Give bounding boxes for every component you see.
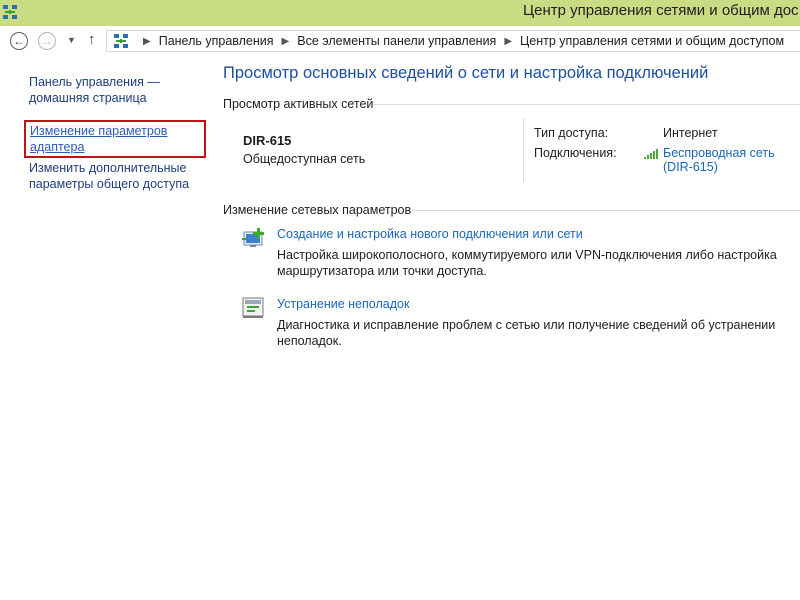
main-content: Просмотр основных сведений о сети и наст… — [205, 56, 800, 600]
chevron-down-icon: ▼ — [67, 35, 76, 45]
arrow-right-icon: → — [41, 34, 53, 48]
section-title-active-networks: Просмотр активных сетей — [223, 97, 374, 111]
access-type-value: Интернет — [663, 126, 718, 140]
description-line: маршрутизатора или точки доступа. — [277, 264, 487, 278]
troubleshoot-icon — [242, 297, 264, 318]
network-type-link[interactable]: Общедоступная сеть — [243, 152, 365, 166]
troubleshoot-problems-link[interactable]: Устранение неполадок — [277, 297, 409, 311]
breadcrumb-separator-icon[interactable]: ▶ — [504, 36, 512, 47]
sidebar-item-label: домашняя страница — [29, 91, 147, 105]
network-center-icon — [114, 34, 128, 48]
connection-ssid: (DIR-615) — [663, 160, 718, 174]
setup-new-connection-description: Настройка широкополосного, коммутируемог… — [277, 247, 787, 279]
sidebar-item-change-adapter-settings[interactable]: Изменение параметров адаптера — [24, 120, 206, 158]
troubleshoot-description: Диагностика и исправление проблем с сеть… — [277, 317, 787, 349]
breadcrumb-control-panel[interactable]: Панель управления — [159, 34, 274, 48]
connection-name: Беспроводная сеть — [663, 146, 775, 160]
forward-button[interactable]: → — [38, 32, 56, 50]
breadcrumb-separator-icon[interactable]: ▶ — [282, 36, 290, 47]
arrow-left-icon: ← — [13, 34, 25, 48]
recent-locations-button[interactable]: ▼ — [67, 35, 76, 45]
sidebar-item-label: адаптера — [30, 140, 85, 154]
sidebar: Панель управления — домашняя страница Из… — [0, 56, 206, 600]
breadcrumb-network-center[interactable]: Центр управления сетями и общим доступом — [520, 34, 784, 48]
section-divider — [410, 210, 800, 211]
network-name: DIR-615 — [243, 133, 292, 148]
description-line: Диагностика и исправление проблем с сеть… — [277, 318, 776, 332]
window-title: Центр управления сетями и общим дос — [523, 2, 799, 19]
access-type-label: Тип доступа: — [534, 126, 609, 140]
vertical-divider — [523, 118, 524, 182]
section-divider — [373, 104, 800, 105]
title-bar: Центр управления сетями и общим дос — [0, 0, 800, 26]
breadcrumb-separator-icon[interactable]: ▶ — [143, 36, 151, 47]
page-title: Просмотр основных сведений о сети и наст… — [223, 64, 709, 82]
sidebar-item-label: Изменение параметров — [30, 124, 168, 138]
network-center-icon[interactable] — [2, 4, 18, 20]
sidebar-item-control-panel-home[interactable]: Панель управления — домашняя страница — [29, 74, 199, 106]
connections-label: Подключения: — [534, 146, 617, 160]
address-bar[interactable]: ▶ Панель управления ▶ Все элементы панел… — [106, 30, 800, 52]
navigation-bar: ← → ▼ ↑ ▶ Панель управления ▶ Все элемен… — [0, 26, 800, 56]
sidebar-item-label: Панель управления — — [29, 75, 160, 89]
new-connection-icon — [242, 228, 264, 247]
wireless-signal-icon — [644, 149, 658, 159]
sidebar-item-label: Изменить дополнительные — [29, 161, 187, 175]
breadcrumb-all-items[interactable]: Все элементы панели управления — [297, 34, 496, 48]
setup-new-connection-link[interactable]: Создание и настройка нового подключения … — [277, 227, 583, 241]
up-button[interactable]: ↑ — [88, 31, 96, 48]
description-line: Настройка широкополосного, коммутируемог… — [277, 248, 777, 262]
description-line: неполадок. — [277, 334, 342, 348]
wireless-connection-link[interactable]: Беспроводная сеть (DIR-615) — [663, 146, 775, 174]
section-title-change-settings: Изменение сетевых параметров — [223, 203, 412, 217]
sidebar-item-advanced-sharing[interactable]: Изменить дополнительные параметры общего… — [29, 160, 199, 192]
arrow-up-icon: ↑ — [88, 31, 96, 48]
sidebar-item-label: параметры общего доступа — [29, 177, 190, 191]
back-button[interactable]: ← — [10, 32, 28, 50]
